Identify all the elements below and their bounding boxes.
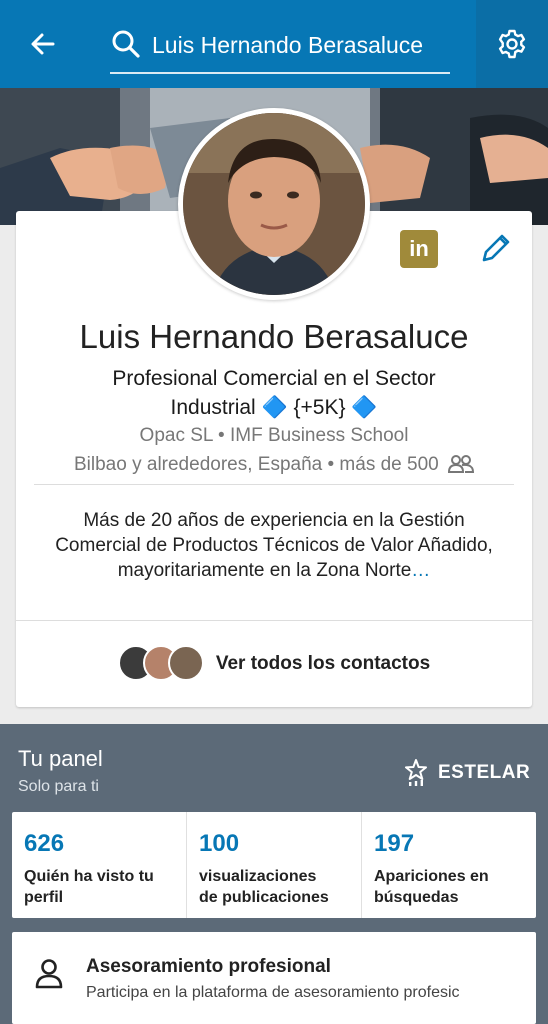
person-icon — [35, 959, 63, 989]
stat-label-line: búsquedas — [374, 889, 459, 906]
stat-label: Quién ha visto tu perfil — [24, 866, 186, 908]
profile-photo[interactable] — [178, 108, 370, 300]
headline-line-2: Industrial 🔷 {+5K} 🔷 — [170, 396, 378, 419]
back-arrow-icon — [31, 33, 55, 55]
profile-company: Opac SL • IMF Business School — [139, 425, 409, 446]
top-bar — [0, 0, 548, 88]
dashboard-subtitle: Solo para ti — [18, 778, 99, 795]
back-button[interactable] — [22, 22, 64, 66]
dashboard-title: Tu panel — [18, 746, 103, 771]
stat-search-appearances[interactable]: 197 Apariciones en búsquedas — [362, 812, 536, 918]
search-bar — [110, 22, 450, 74]
search-input[interactable] — [152, 28, 450, 62]
contact-avatars — [117, 645, 206, 683]
summary-more[interactable]: … — [411, 560, 430, 581]
stat-value: 100 — [199, 830, 240, 857]
view-contacts-button[interactable]: Ver todos los contactos — [16, 621, 532, 707]
profile-location: Bilbao y alrededores, España • más de 50… — [74, 454, 439, 475]
profile-summary[interactable]: Más de 20 años de experiencia en la Gest… — [50, 508, 498, 583]
all-star-button[interactable]: ESTELAR — [404, 756, 530, 790]
dashboard-stats: 626 Quién ha visto tu perfil 100 visuali… — [12, 812, 536, 918]
settings-button[interactable] — [476, 0, 548, 88]
stat-value: 197 — [374, 830, 415, 857]
view-contacts-label: Ver todos los contactos — [215, 653, 431, 674]
stat-label: Apariciones en búsquedas — [374, 866, 536, 908]
stat-label-line: Quién ha visto tu — [24, 868, 154, 885]
pencil-icon — [482, 234, 510, 262]
stat-value: 626 — [24, 830, 65, 857]
stat-label-line: Apariciones en — [374, 868, 489, 885]
profile-name: Luis Hernando Berasaluce — [79, 318, 469, 355]
stat-post-views[interactable]: 100 visualizaciones de publicaciones — [187, 812, 362, 918]
profile-headline: Profesional Comercial en el Sector Indus… — [56, 364, 492, 422]
star-icon — [405, 759, 427, 786]
stat-label-line: visualizaciones — [199, 868, 317, 885]
divider — [34, 484, 514, 485]
all-star-label: ESTELAR — [438, 762, 531, 783]
gear-icon — [498, 29, 526, 59]
stat-label: visualizaciones de publicaciones — [199, 866, 361, 908]
stat-label-line: de publicaciones — [199, 889, 329, 906]
profile-location-row: Bilbao y alrededores, España • más de 50… — [16, 454, 532, 476]
career-advice-card[interactable]: Asesoramiento profesional Participa en l… — [12, 932, 536, 1024]
linkedin-badge: in — [400, 230, 438, 268]
stat-profile-views[interactable]: 626 Quién ha visto tu perfil — [12, 812, 187, 918]
advice-title: Asesoramiento profesional — [86, 956, 331, 977]
edit-profile-button[interactable] — [478, 230, 514, 266]
headline-line-1: Profesional Comercial en el Sector — [112, 367, 436, 390]
advice-subtitle: Participa en la plataforma de asesoramie… — [86, 984, 460, 1001]
avatar — [167, 645, 204, 681]
search-icon — [112, 30, 140, 58]
connections-icon — [448, 455, 474, 473]
stat-label-line: perfil — [24, 889, 64, 906]
